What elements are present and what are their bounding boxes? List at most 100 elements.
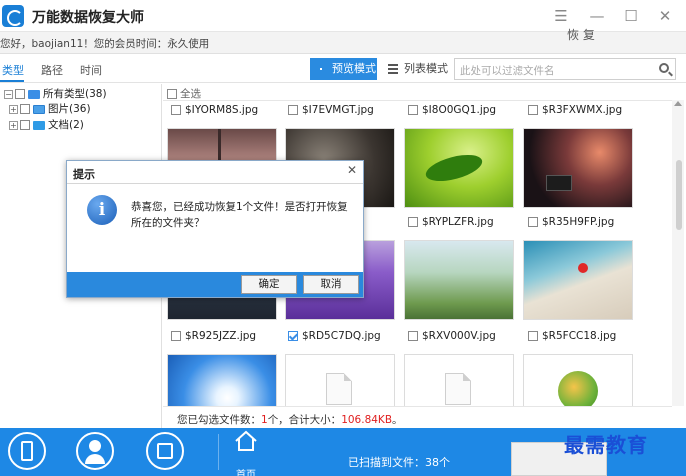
scroll-up-icon[interactable] bbox=[674, 101, 682, 106]
ok-button[interactable]: 确定 bbox=[241, 275, 297, 294]
expand-icon[interactable]: + bbox=[9, 120, 18, 130]
dialog-message: 恭喜您，已经成功恢复1个文件！是否打开恢复所在的文件夹？ bbox=[131, 201, 348, 229]
select-all-checkbox[interactable]: 全选 bbox=[167, 86, 201, 101]
checkbox[interactable] bbox=[528, 331, 538, 341]
phone-recovery-icon[interactable] bbox=[8, 432, 46, 470]
checkbox[interactable] bbox=[171, 331, 181, 341]
file-item[interactable]: $RXV000V.jpg bbox=[408, 330, 496, 342]
file-item[interactable]: $I7EVMGT.jpg bbox=[288, 104, 374, 116]
menu-icon[interactable]: ☰ bbox=[550, 6, 572, 26]
user-center-icon[interactable] bbox=[76, 432, 114, 470]
user-info: 您好，baojian11！您的会员时间：永久使用 bbox=[0, 38, 210, 50]
checkbox[interactable] bbox=[408, 217, 418, 227]
image-thumbnail[interactable] bbox=[404, 240, 514, 320]
app-logo-icon bbox=[2, 5, 24, 27]
checkbox[interactable] bbox=[288, 105, 298, 115]
file-name: $RYPLZFR.jpg bbox=[422, 216, 494, 228]
search-icon[interactable] bbox=[659, 63, 669, 73]
expand-icon[interactable]: + bbox=[9, 104, 18, 114]
file-thumbnail[interactable] bbox=[285, 354, 395, 406]
file-name: $R5FCC18.jpg bbox=[542, 330, 617, 342]
checkbox[interactable] bbox=[408, 105, 418, 115]
preview-mode-button[interactable]: 预览模式 bbox=[310, 58, 377, 80]
home-label[interactable]: 首页 bbox=[236, 466, 256, 476]
dialog-close-icon[interactable]: ✕ bbox=[347, 163, 357, 177]
cancel-button[interactable]: 取消 bbox=[303, 275, 359, 294]
tree-item-pictures[interactable]: + 图片(36) bbox=[9, 101, 91, 117]
grid-view-icon bbox=[316, 64, 326, 74]
file-name: $RD5C7DQ.jpg bbox=[302, 330, 381, 342]
image-thumbnail[interactable] bbox=[523, 128, 633, 208]
checkbox[interactable] bbox=[15, 89, 25, 99]
filter-placeholder: 此处可以过滤文件名 bbox=[460, 65, 555, 77]
list-mode-label: 列表模式 bbox=[404, 62, 448, 75]
divider bbox=[163, 100, 672, 101]
file-item[interactable]: $RYPLZFR.jpg bbox=[408, 216, 494, 228]
divider bbox=[218, 434, 219, 470]
list-mode-button[interactable]: 列表模式 bbox=[382, 58, 452, 80]
scrollbar-thumb[interactable] bbox=[676, 160, 682, 230]
checkbox[interactable] bbox=[528, 217, 538, 227]
file-item[interactable]: $R3FXWMX.jpg bbox=[528, 104, 622, 116]
select-all-label: 全选 bbox=[180, 88, 201, 100]
maximize-icon[interactable]: ☐ bbox=[620, 6, 642, 26]
watermark: 最需教育 bbox=[564, 433, 648, 457]
tab-type[interactable]: 类型 bbox=[2, 62, 24, 78]
file-name: $I7EVMGT.jpg bbox=[302, 104, 374, 116]
checkbox-checked[interactable] bbox=[288, 331, 298, 341]
tree-item-documents[interactable]: + 文档(2) bbox=[9, 117, 84, 133]
file-name: $RXV000V.jpg bbox=[422, 330, 496, 342]
file-item[interactable]: $IYORM8S.jpg bbox=[171, 104, 258, 116]
image-thumbnail[interactable] bbox=[523, 354, 633, 406]
file-name: $IYORM8S.jpg bbox=[185, 104, 259, 116]
filter-input[interactable]: 此处可以过滤文件名 bbox=[454, 58, 676, 80]
file-item[interactable]: $R35H9FP.jpg bbox=[528, 216, 614, 228]
selected-size: 106.84KB bbox=[341, 414, 393, 426]
selection-status: 您已勾选文件数：1个，合计大小：106.84KB。 bbox=[163, 406, 672, 428]
file-item[interactable]: $R925JZZ.jpg bbox=[171, 330, 256, 342]
prompt-dialog: 提示 ✕ i 恭喜您，已经成功恢复1个文件！是否打开恢复所在的文件夹？ 确定 取… bbox=[66, 160, 364, 298]
file-name: $R35H9FP.jpg bbox=[542, 216, 615, 228]
file-icon bbox=[326, 373, 352, 405]
selection-summary: 您已勾选文件数：1个，合计大小：106.84KB。 bbox=[177, 414, 403, 426]
file-item[interactable]: $I8O0GQ1.jpg bbox=[408, 104, 496, 116]
checkbox[interactable] bbox=[528, 105, 538, 115]
close-icon[interactable]: ✕ bbox=[654, 6, 676, 26]
active-tab-indicator bbox=[0, 80, 24, 82]
tree-item-all[interactable]: − 所有类型(38) bbox=[4, 86, 107, 102]
checkbox[interactable] bbox=[167, 89, 177, 99]
file-icon bbox=[445, 373, 471, 405]
minimize-icon[interactable]: — bbox=[586, 6, 608, 26]
share-icon[interactable] bbox=[146, 432, 184, 470]
image-thumbnail[interactable] bbox=[167, 354, 277, 406]
toolbar: 类型 路径 时间 预览模式 列表模式 此处可以过滤文件名 bbox=[0, 55, 686, 83]
info-icon: i bbox=[87, 195, 117, 225]
divider bbox=[67, 183, 363, 184]
file-name: $I8O0GQ1.jpg bbox=[422, 104, 497, 116]
image-thumbnail[interactable] bbox=[523, 240, 633, 320]
tree-item-label: 图片(36) bbox=[48, 103, 91, 115]
collapse-icon[interactable]: − bbox=[4, 89, 13, 99]
list-view-icon bbox=[388, 64, 398, 74]
preview-mode-label: 预览模式 bbox=[332, 62, 376, 75]
tab-time[interactable]: 时间 bbox=[80, 62, 102, 78]
dialog-footer: 确定 取消 bbox=[67, 272, 363, 297]
image-thumbnail[interactable] bbox=[404, 128, 514, 208]
file-item-checked[interactable]: $RD5C7DQ.jpg bbox=[288, 330, 381, 342]
checkbox[interactable] bbox=[171, 105, 181, 115]
picture-folder-icon bbox=[33, 104, 45, 114]
tab-path[interactable]: 路径 bbox=[41, 62, 63, 78]
checkbox[interactable] bbox=[20, 120, 30, 130]
selected-count: 1 bbox=[261, 414, 268, 426]
file-thumbnail[interactable] bbox=[404, 354, 514, 406]
file-item[interactable]: $R5FCC18.jpg bbox=[528, 330, 616, 342]
file-name: $R925JZZ.jpg bbox=[185, 330, 257, 342]
home-icon[interactable] bbox=[234, 430, 258, 452]
recover-button-label[interactable]: 恢 复 bbox=[567, 26, 595, 43]
tree-item-label: 文档(2) bbox=[48, 119, 84, 131]
document-folder-icon bbox=[33, 120, 45, 130]
checkbox[interactable] bbox=[408, 331, 418, 341]
checkbox[interactable] bbox=[20, 104, 30, 114]
vertical-scrollbar[interactable] bbox=[672, 100, 684, 406]
file-name: $R3FXWMX.jpg bbox=[542, 104, 623, 116]
